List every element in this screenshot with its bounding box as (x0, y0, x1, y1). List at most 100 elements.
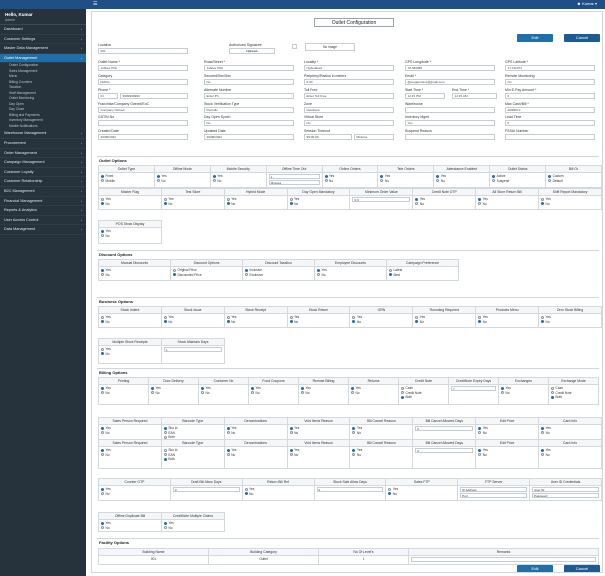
radio-icon[interactable] (226, 453, 230, 457)
business-options-grid-option-2-1[interactable]: No (226, 320, 285, 325)
radio-icon[interactable] (101, 268, 104, 272)
billing-options-grid-2-option-0-1[interactable]: No (101, 431, 159, 436)
billing-options-grid-4-input-3-0[interactable]: 0 (316, 487, 384, 492)
field-input-30[interactable] (505, 134, 595, 140)
radio-icon[interactable] (101, 234, 104, 238)
business-options-grid-option-4-1[interactable]: No (352, 320, 410, 325)
field-input-2[interactable]: Hyderabad (304, 65, 394, 71)
radio-icon[interactable] (289, 202, 293, 206)
billing-options-grid-input-7-0[interactable]: 7 (451, 386, 496, 391)
radio-icon[interactable] (245, 273, 248, 277)
outlet-options-grid-1-option-4-1[interactable]: No (324, 179, 376, 184)
radio-icon[interactable] (352, 448, 356, 452)
radio-icon[interactable] (101, 453, 104, 457)
radio-icon[interactable] (163, 315, 167, 319)
location-input[interactable]: 001 (98, 48, 188, 54)
radio-icon[interactable] (244, 487, 248, 491)
billing-options-grid-option-3-1[interactable]: No (251, 391, 296, 396)
radio-icon[interactable] (101, 352, 104, 356)
radio-icon[interactable] (164, 526, 167, 530)
phone-code-select[interactable]: IN (98, 93, 118, 99)
radio-icon[interactable] (401, 395, 404, 399)
field-input-29[interactable] (405, 134, 495, 140)
radio-icon[interactable] (389, 268, 392, 272)
radio-icon[interactable] (151, 391, 154, 395)
radio-icon[interactable] (101, 386, 104, 390)
radio-icon[interactable] (541, 426, 545, 430)
user-menu[interactable]: ☻ Kumar ▾ (577, 1, 597, 6)
field-input-5[interactable]: FMCG (98, 79, 188, 85)
field-input-6[interactable]: No (204, 79, 294, 85)
radio-icon[interactable] (352, 426, 356, 430)
sidebar-item-after-9[interactable]: User Access Control › (0, 216, 86, 226)
outlet-options-grid-1-option-5-1[interactable]: No (380, 179, 431, 184)
sidebar-item-after-8[interactable]: Reports & Analytics › (0, 206, 86, 216)
radio-icon[interactable] (352, 320, 356, 324)
outlet-options-grid-2-option-3-1[interactable]: No (289, 202, 348, 207)
radio-icon[interactable] (389, 273, 392, 277)
billing-options-grid-3-option-3-1[interactable]: No (289, 453, 348, 458)
radio-icon[interactable] (226, 202, 230, 206)
billing-options-grid-2-option-3-1[interactable]: No (289, 431, 348, 436)
sidebar-item-after-1[interactable]: Procurement › (0, 139, 86, 149)
radio-icon[interactable] (478, 448, 482, 452)
billing-options-grid-2-input-5-0[interactable]: 0 (415, 426, 474, 431)
outlet-options-grid-2-option-2-1[interactable]: No (226, 202, 285, 207)
radio-icon[interactable] (226, 315, 230, 319)
radio-icon[interactable] (351, 391, 354, 395)
outlet-options-grid-2-option-6-1[interactable]: No (478, 202, 536, 207)
upload-button[interactable]: Upload... (229, 48, 275, 54)
radio-icon[interactable] (156, 179, 160, 183)
sidebar-item-after-5[interactable]: Customer Relationship › (0, 177, 86, 187)
radio-icon[interactable] (541, 431, 545, 435)
timeout-unit-select[interactable]: Minutes (354, 134, 394, 140)
business-options-grid-option-6-1[interactable]: No (478, 320, 536, 325)
radio-icon[interactable] (324, 174, 328, 178)
sidebar-item-3[interactable]: Outlet Management › (0, 53, 86, 64)
billing-options-grid-4-input-6-0[interactable]: User ID (532, 487, 599, 492)
field-input-14[interactable]: 12:15 AM (452, 93, 497, 99)
edit-button-bottom[interactable]: Edit (517, 565, 553, 572)
radio-icon[interactable] (163, 320, 167, 324)
business-options-grid-option-5-1[interactable]: No (415, 320, 473, 325)
field-input-20[interactable]: 200000.0 (505, 107, 595, 113)
radio-icon[interactable] (251, 391, 254, 395)
field-input-23[interactable]: No (304, 120, 394, 126)
radio-icon[interactable] (101, 197, 104, 201)
field-input-0[interactable]: Jubilee Hills (98, 65, 188, 71)
sidebar-item-0[interactable]: Dashboard › (0, 25, 86, 35)
sidebar-item-after-3[interactable]: Campaign Management › (0, 158, 86, 168)
cancel-button-bottom[interactable]: Cancel (564, 565, 600, 572)
radio-icon[interactable] (551, 386, 554, 390)
radio-icon[interactable] (101, 273, 104, 277)
field-input-22[interactable]: No (204, 120, 294, 126)
radio-icon[interactable] (317, 268, 320, 272)
billing-options-grid-2-option-2-1[interactable]: No (226, 431, 285, 436)
field-input-4[interactable]: 17.411074 (505, 65, 595, 71)
radio-icon[interactable] (226, 448, 230, 452)
business-options-grid-option-0-1[interactable]: No (101, 320, 159, 325)
outlet-options-grid-1-option-1-1[interactable]: No (156, 179, 208, 184)
facility-cell-3[interactable] (408, 555, 599, 565)
radio-icon[interactable] (380, 179, 384, 183)
sidebar-item-after-2[interactable]: Order Management › (0, 149, 86, 159)
remarks-input[interactable] (411, 557, 596, 562)
billing-options-grid-3-option-4-1[interactable]: No (352, 453, 410, 458)
radio-icon[interactable] (551, 395, 554, 399)
radio-icon[interactable] (492, 179, 496, 183)
radio-icon[interactable] (101, 521, 104, 525)
radio-icon[interactable] (317, 273, 320, 277)
radio-icon[interactable] (226, 431, 230, 435)
billing-options-grid-option-6-2[interactable]: Both (401, 395, 446, 400)
radio-icon[interactable] (324, 179, 328, 183)
radio-icon[interactable] (401, 391, 404, 395)
field-input-28[interactable]: 99:00:00 (304, 134, 352, 140)
radio-icon[interactable] (301, 386, 304, 390)
outlet-options-grid-1-option-2-1[interactable]: No (212, 179, 264, 184)
radio-icon[interactable] (226, 320, 230, 324)
radio-icon[interactable] (201, 391, 204, 395)
radio-icon[interactable] (415, 320, 419, 324)
radio-icon[interactable] (173, 268, 176, 272)
billing-options-grid-3-option-1-2[interactable]: Both (163, 457, 222, 462)
outlet-options-grid-1-option-7-1[interactable]: Suspend (492, 179, 543, 184)
